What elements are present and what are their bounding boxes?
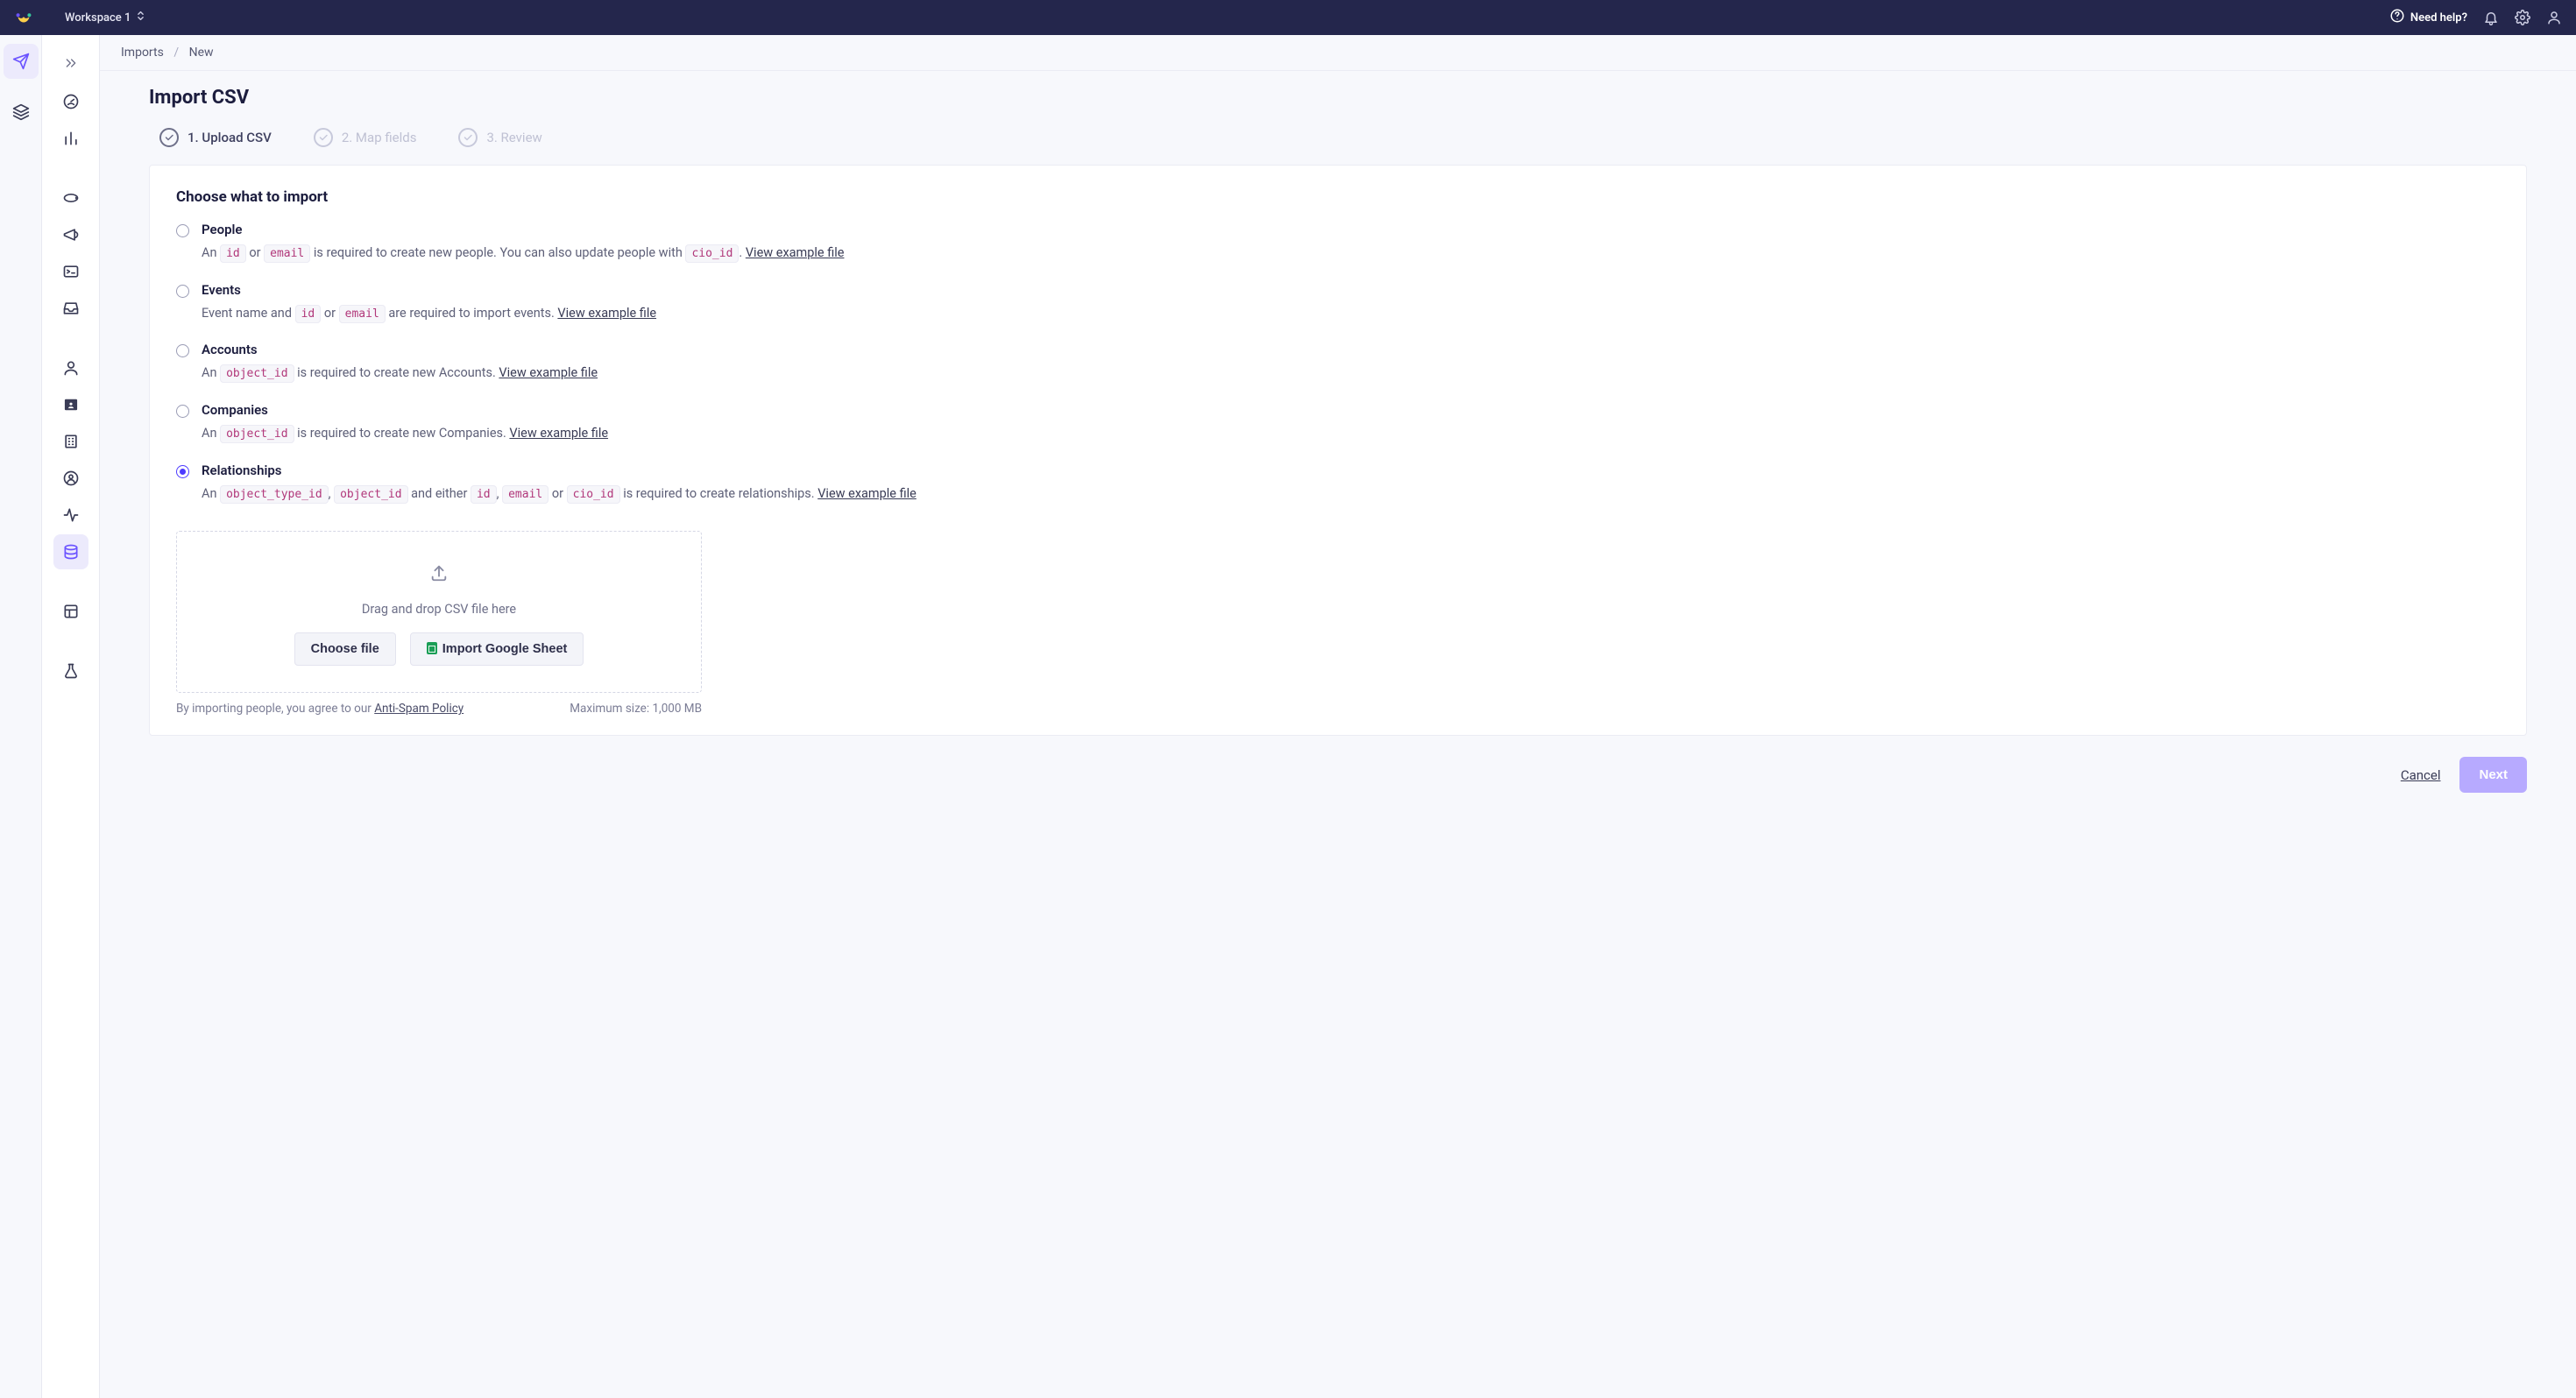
example-file-link[interactable]: View example file [499, 365, 598, 380]
option-people[interactable]: People An id or email is required to cre… [176, 222, 2500, 265]
cancel-button[interactable]: Cancel [2401, 767, 2441, 783]
breadcrumb-parent[interactable]: Imports [121, 46, 164, 60]
option-desc: An id or email is required to create new… [202, 243, 2500, 265]
option-accounts[interactable]: Accounts An object_id is required to cre… [176, 342, 2500, 385]
nav-templates-icon[interactable] [53, 594, 88, 629]
option-title: People [202, 222, 2500, 237]
nav-building-icon[interactable] [53, 424, 88, 459]
max-size-text: Maximum size: 1,000 MB [570, 702, 702, 716]
workspace-switcher[interactable]: Workspace 1 [65, 10, 145, 25]
main-content: Imports / New Import CSV 1. Upload CSV 2… [100, 35, 2576, 1398]
nav-database-icon[interactable] [53, 534, 88, 569]
anti-spam-policy-link[interactable]: Anti-Spam Policy [374, 702, 464, 716]
top-bar: Workspace 1 Need help? [0, 0, 2576, 35]
step-label: 1. Upload CSV [188, 130, 272, 145]
nav-layers-icon[interactable] [4, 95, 39, 130]
need-help-label: Need help? [2410, 11, 2467, 25]
example-file-link[interactable]: View example file [557, 306, 656, 321]
breadcrumb-separator: / [173, 46, 179, 60]
nav-journey-icon[interactable] [53, 180, 88, 215]
import-google-sheet-button[interactable]: Import Google Sheet [410, 632, 584, 666]
option-events[interactable]: Events Event name and id or email are re… [176, 282, 2500, 325]
nav-audience-icon[interactable] [53, 461, 88, 496]
radio-accounts[interactable] [176, 344, 189, 357]
nav-send-icon[interactable] [4, 44, 39, 79]
card-heading: Choose what to import [176, 188, 2500, 206]
step-label: 2. Map fields [342, 130, 417, 145]
agree-prefix: By importing people, you agree to our [176, 702, 374, 716]
nav-terminal-icon[interactable] [53, 254, 88, 289]
check-circle-icon [159, 128, 179, 147]
nav-broadcast-icon[interactable] [53, 217, 88, 252]
action-row: Cancel Next [149, 736, 2527, 793]
option-desc: An object_id is required to create new A… [202, 363, 2500, 385]
stepper: 1. Upload CSV 2. Map fields 3. Review [149, 124, 2527, 165]
dropzone-footer: By importing people, you agree to our An… [176, 702, 702, 716]
breadcrumb-current: New [189, 46, 214, 60]
settings-gear-icon[interactable] [2515, 10, 2530, 25]
example-file-link[interactable]: View example file [509, 426, 608, 441]
option-title: Events [202, 282, 2500, 298]
dropzone-text: Drag and drop CSV file here [362, 602, 516, 617]
import-type-options: People An id or email is required to cre… [176, 222, 2500, 505]
page-title: Import CSV [149, 87, 2527, 109]
next-button[interactable]: Next [2459, 757, 2527, 793]
nav-experiments-icon[interactable] [53, 653, 88, 688]
step-map-fields: 2. Map fields [314, 128, 417, 147]
option-title: Companies [202, 402, 2500, 418]
radio-companies[interactable] [176, 405, 189, 418]
chevron-up-down-icon [136, 10, 145, 25]
help-circle-icon [2389, 8, 2405, 27]
example-file-link[interactable]: View example file [817, 486, 916, 501]
need-help-button[interactable]: Need help? [2389, 8, 2467, 27]
primary-nav-rail [0, 35, 42, 1398]
nav-gauge-icon[interactable] [53, 84, 88, 119]
check-circle-icon [314, 128, 333, 147]
radio-people[interactable] [176, 224, 189, 237]
upload-icon [429, 563, 449, 586]
profile-icon[interactable] [2546, 10, 2562, 25]
option-title: Relationships [202, 462, 2500, 478]
example-file-link[interactable]: View example file [746, 245, 845, 260]
option-title: Accounts [202, 342, 2500, 357]
option-relationships[interactable]: Relationships An object_type_id, object_… [176, 462, 2500, 505]
breadcrumb: Imports / New [100, 35, 2576, 71]
choose-file-button[interactable]: Choose file [294, 632, 396, 666]
secondary-nav-rail [42, 35, 100, 1398]
nav-contact-card-icon[interactable] [53, 387, 88, 422]
option-desc: Event name and id or email are required … [202, 303, 2500, 325]
radio-relationships[interactable] [176, 465, 189, 478]
option-companies[interactable]: Companies An object_id is required to cr… [176, 402, 2500, 445]
expand-sidebar-icon[interactable] [52, 44, 90, 82]
workspace-name: Workspace 1 [65, 11, 131, 25]
import-card: Choose what to import People An id or em… [149, 165, 2527, 736]
nav-activity-icon[interactable] [53, 498, 88, 533]
file-dropzone[interactable]: Drag and drop CSV file here Choose file … [176, 531, 702, 693]
radio-events[interactable] [176, 285, 189, 298]
app-logo-icon [14, 8, 33, 27]
google-sheets-icon [427, 642, 437, 654]
step-upload-csv[interactable]: 1. Upload CSV [159, 128, 272, 147]
check-circle-icon [458, 128, 478, 147]
notifications-icon[interactable] [2483, 10, 2499, 25]
option-desc: An object_id is required to create new C… [202, 423, 2500, 445]
nav-people-icon[interactable] [53, 350, 88, 385]
nav-inbox-icon[interactable] [53, 291, 88, 326]
step-review: 3. Review [458, 128, 541, 147]
step-label: 3. Review [486, 130, 541, 145]
option-desc: An object_type_id, object_id and either … [202, 484, 2500, 505]
nav-analytics-icon[interactable] [53, 121, 88, 156]
